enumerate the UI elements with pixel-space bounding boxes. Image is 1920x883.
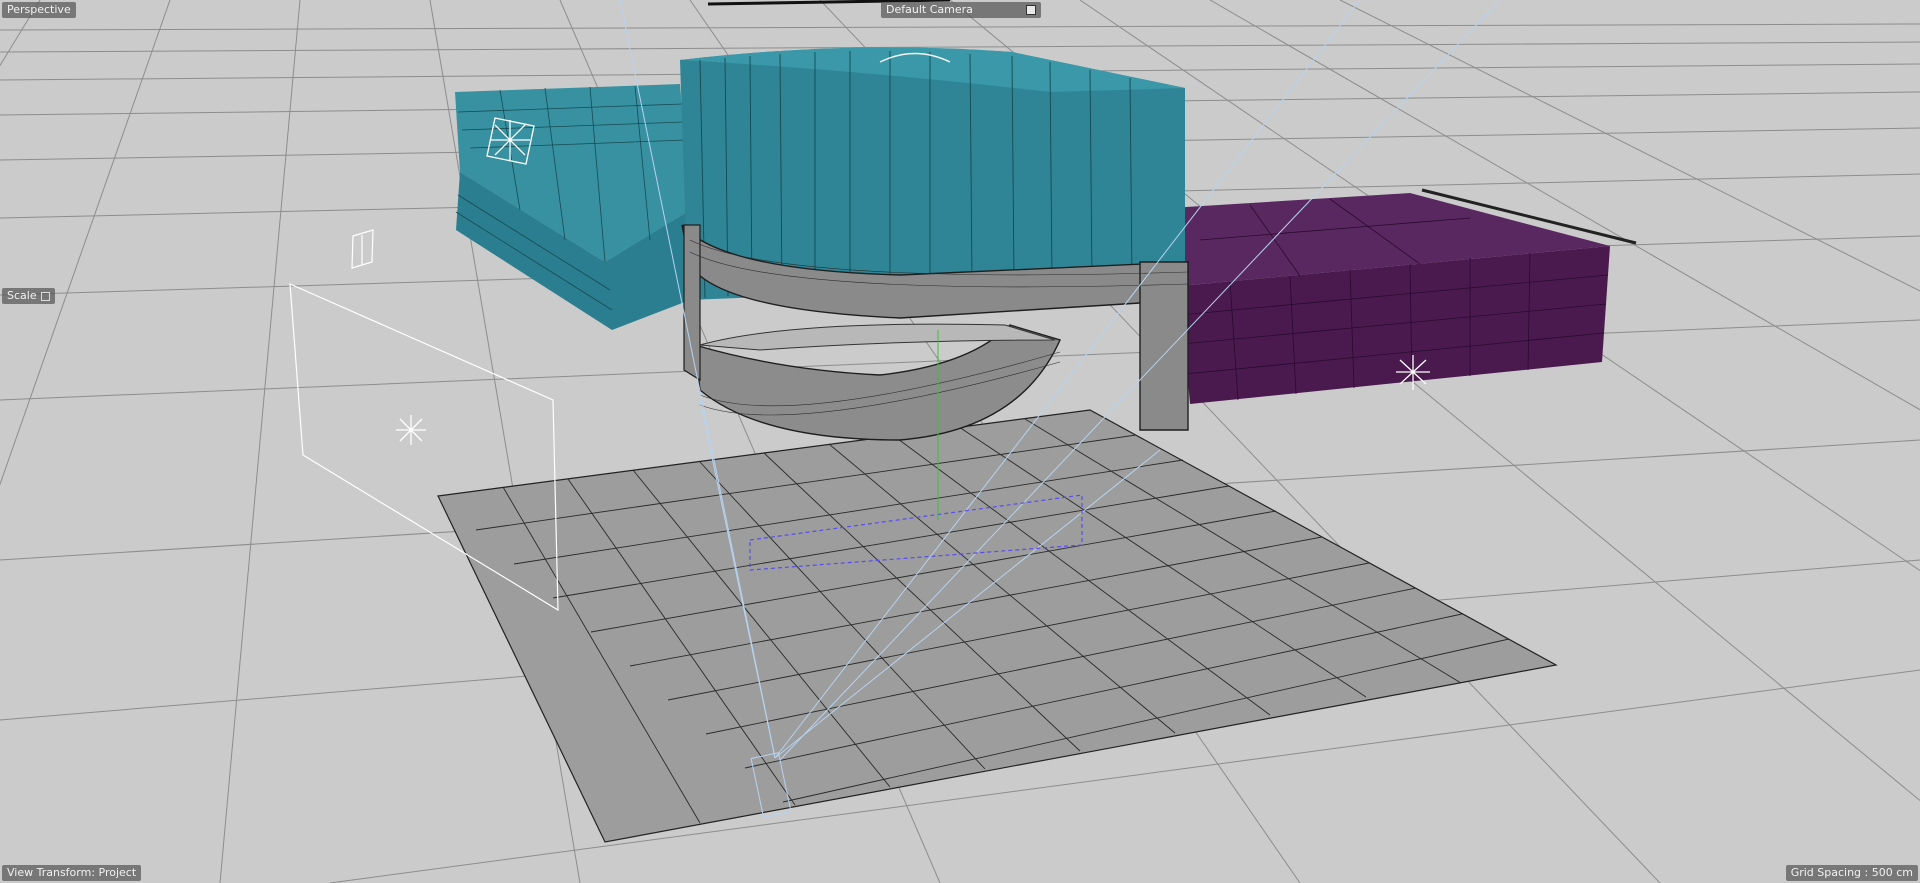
square-button-icon[interactable] (1026, 5, 1036, 15)
view-label[interactable]: Perspective (2, 2, 76, 18)
scale-toggle[interactable]: Scale (2, 288, 55, 304)
view-transform-label[interactable]: View Transform: Project (2, 865, 142, 881)
camera-label: Default Camera (886, 3, 973, 16)
grid-spacing-label: Grid Spacing : 500 cm (1785, 865, 1918, 881)
camera-selector[interactable]: Default Camera (881, 2, 1041, 18)
scale-label: Scale (7, 289, 37, 302)
checkbox-icon[interactable] (40, 291, 50, 301)
light-star-icon[interactable] (396, 415, 426, 445)
3d-viewport[interactable] (0, 0, 1920, 883)
